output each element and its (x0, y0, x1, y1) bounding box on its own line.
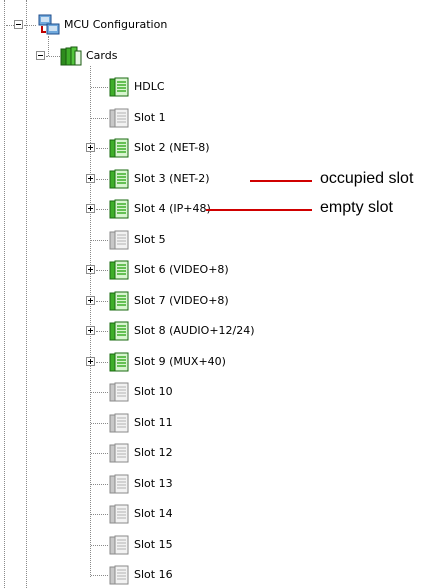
slot-label[interactable]: Slot 12 (134, 446, 173, 460)
empty-card-icon (109, 535, 129, 555)
slot-label[interactable]: Slot 11 (134, 416, 173, 430)
tree-connector (96, 362, 108, 363)
slot-label[interactable]: Slot 5 (134, 233, 166, 247)
occupied-card-icon (109, 260, 129, 280)
tree-root-label[interactable]: MCU Configuration (64, 18, 167, 32)
tree-connector (96, 179, 108, 180)
cards-collapse-toggle[interactable] (36, 51, 45, 60)
tree-connector (96, 209, 108, 210)
tree-connector (91, 484, 108, 485)
tree-connector (91, 423, 108, 424)
empty-slot-annotation: empty slot (320, 199, 393, 216)
slot-expand-toggle[interactable] (86, 296, 95, 305)
tree-connector (6, 25, 14, 26)
empty-slot-pointer (206, 209, 312, 211)
tree-connector (91, 575, 108, 576)
slot-label[interactable]: Slot 9 (MUX+40) (134, 355, 226, 369)
occupied-card-icon (109, 77, 129, 97)
empty-card-icon (109, 443, 129, 463)
slot-label[interactable]: Slot 6 (VIDEO+8) (134, 263, 229, 277)
tree-connector (4, 0, 5, 588)
tree-connector (91, 453, 108, 454)
occupied-card-icon (109, 169, 129, 189)
slot-label[interactable]: Slot 16 (134, 568, 173, 582)
slot-label[interactable]: Slot 7 (VIDEO+8) (134, 294, 229, 308)
tree-connector (96, 301, 108, 302)
occupied-card-icon (109, 321, 129, 341)
tree-connector (91, 392, 108, 393)
slot-expand-toggle[interactable] (86, 357, 95, 366)
cards-folder-icon (60, 46, 82, 66)
slot-label[interactable]: Slot 10 (134, 385, 173, 399)
slot-expand-toggle[interactable] (86, 326, 95, 335)
occupied-slot-annotation: occupied slot (320, 170, 414, 187)
slot-expand-toggle[interactable] (86, 143, 95, 152)
slot-label[interactable]: Slot 2 (NET-8) (134, 141, 210, 155)
empty-card-icon (109, 413, 129, 433)
slot-expand-toggle[interactable] (86, 265, 95, 274)
empty-card-icon (109, 565, 129, 585)
tree-connector (91, 545, 108, 546)
slot-label[interactable]: Slot 14 (134, 507, 173, 521)
slot-expand-toggle[interactable] (86, 174, 95, 183)
tree-connector (48, 36, 49, 56)
tree-connector (96, 270, 108, 271)
slot-label[interactable]: Slot 3 (NET-2) (134, 172, 210, 186)
slot-label[interactable]: Slot 4 (IP+48) (134, 202, 211, 216)
tree-connector (96, 331, 108, 332)
empty-card-icon (109, 474, 129, 494)
tree-connector (91, 118, 108, 119)
empty-card-icon (109, 504, 129, 524)
tree-connector (91, 514, 108, 515)
tree-cards-label[interactable]: Cards (86, 49, 117, 63)
empty-card-icon (109, 108, 129, 128)
occupied-card-icon (109, 138, 129, 158)
tree-connector (26, 0, 27, 588)
slot-label[interactable]: Slot 1 (134, 111, 166, 125)
occupied-slot-pointer (250, 180, 312, 182)
empty-card-icon (109, 382, 129, 402)
tree-connector (96, 148, 108, 149)
empty-card-icon (109, 230, 129, 250)
slot-label[interactable]: Slot 8 (AUDIO+12/24) (134, 324, 255, 338)
slot-label[interactable]: HDLC (134, 80, 165, 94)
root-collapse-toggle[interactable] (14, 20, 23, 29)
slot-label[interactable]: Slot 15 (134, 538, 173, 552)
network-config-icon (38, 14, 60, 35)
occupied-card-icon (109, 199, 129, 219)
tree-connector (24, 25, 36, 26)
tree-connector (91, 240, 108, 241)
tree-connector (91, 87, 108, 88)
occupied-card-icon (109, 352, 129, 372)
slot-expand-toggle[interactable] (86, 204, 95, 213)
tree-connector (46, 56, 60, 57)
slot-label[interactable]: Slot 13 (134, 477, 173, 491)
occupied-card-icon (109, 291, 129, 311)
